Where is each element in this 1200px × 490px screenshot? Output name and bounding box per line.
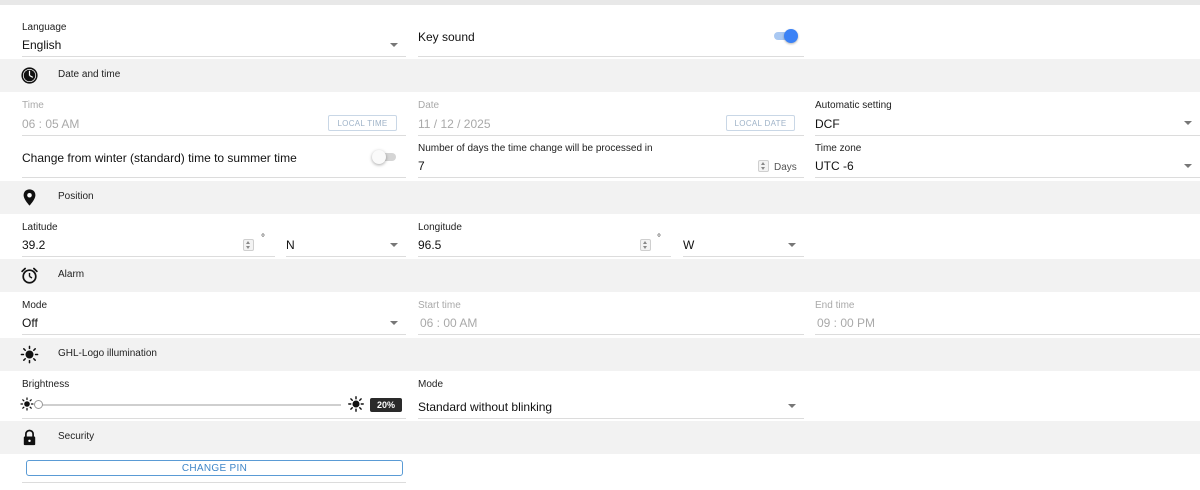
chevron-down-icon — [1184, 164, 1192, 168]
section-title: Position — [58, 191, 94, 202]
lock-icon — [23, 429, 36, 446]
automatic-setting-value: DCF — [815, 117, 840, 131]
section-security: Security — [0, 421, 1200, 454]
time-field: Time 06 : 05 AM LOCAL TIME — [22, 100, 406, 136]
sun-small-icon — [20, 397, 34, 411]
section-alarm: Alarm — [0, 259, 1200, 292]
time-zone-label: Time zone — [815, 143, 862, 154]
slider-thumb[interactable] — [34, 400, 43, 409]
sun-large-icon — [348, 396, 364, 412]
days-stepper-icon[interactable] — [758, 160, 769, 172]
section-title: GHL-Logo illumination — [58, 348, 157, 359]
time-zone-select[interactable]: Time zone UTC -6 — [815, 143, 1200, 178]
longitude-stepper-icon[interactable] — [640, 239, 651, 251]
logo-mode-value: Standard without blinking — [418, 400, 553, 414]
language-label: Language — [22, 22, 67, 33]
change-pin-button[interactable]: CHANGE PIN — [26, 460, 403, 476]
automatic-setting-label: Automatic setting — [815, 100, 892, 111]
time-zone-value: UTC -6 — [815, 159, 854, 173]
start-time-value: 06 : 00 AM — [420, 316, 478, 330]
latitude-hemisphere-value: N — [286, 238, 295, 252]
language-select[interactable]: Language English — [22, 22, 406, 57]
chevron-down-icon — [788, 404, 796, 408]
chevron-down-icon — [1184, 121, 1192, 125]
alarm-mode-label: Mode — [22, 300, 48, 311]
chevron-down-icon — [390, 43, 398, 47]
longitude-label: Longitude — [418, 222, 462, 233]
key-sound-label: Key sound — [418, 30, 475, 44]
date-label: Date — [418, 100, 440, 111]
end-time-value: 09 : 00 PM — [817, 316, 876, 330]
brightness-field: Brightness 20% — [20, 379, 406, 419]
local-date-button[interactable]: LOCAL DATE — [726, 115, 795, 131]
time-label: Time — [22, 100, 44, 111]
longitude-hemisphere-select[interactable]: W — [683, 222, 804, 257]
date-field: Date 11 / 12 / 2025 LOCAL DATE — [418, 100, 804, 136]
section-date-time: Date and time — [0, 59, 1200, 92]
longitude-value: 96.5 — [418, 238, 442, 252]
latitude-degree: ° — [261, 233, 265, 244]
latitude-value: 39.2 — [22, 238, 46, 252]
start-time-field: Start time 06 : 00 AM — [418, 300, 804, 335]
key-sound-toggle[interactable] — [772, 29, 798, 43]
slider-track — [34, 404, 341, 406]
sun-icon — [20, 345, 39, 364]
section-title: Alarm — [58, 269, 85, 280]
date-value: 11 / 12 / 2025 — [418, 117, 491, 131]
days-label: Number of days the time change will be p… — [418, 143, 653, 154]
dst-toggle[interactable] — [372, 150, 398, 164]
latitude-stepper-icon[interactable] — [243, 239, 254, 251]
automatic-setting-select[interactable]: Automatic setting DCF — [815, 100, 1200, 136]
latitude-input[interactable]: Latitude 39.2 ° — [22, 222, 275, 257]
clock-icon — [21, 67, 38, 84]
language-value: English — [22, 38, 62, 52]
chevron-down-icon — [390, 321, 398, 325]
change-pin-field: CHANGE PIN — [22, 456, 406, 483]
logo-mode-label: Mode — [418, 379, 444, 390]
longitude-input[interactable]: Longitude 96.5 ° — [418, 222, 671, 257]
longitude-degree: ° — [657, 233, 661, 244]
local-time-button[interactable]: LOCAL TIME — [328, 115, 397, 131]
dst-field: Change from winter (standard) time to su… — [22, 140, 406, 178]
brightness-label: Brightness — [22, 379, 70, 390]
brightness-slider[interactable] — [34, 398, 341, 412]
end-time-field: End time 09 : 00 PM — [815, 300, 1200, 335]
days-input[interactable]: Number of days the time change will be p… — [418, 143, 804, 178]
alarm-mode-select[interactable]: Mode Off — [22, 300, 406, 335]
section-title: Security — [58, 431, 95, 442]
longitude-hemisphere-value: W — [683, 238, 695, 252]
latitude-hemisphere-select[interactable]: N — [286, 222, 406, 257]
chevron-down-icon — [390, 243, 398, 247]
days-value: 7 — [418, 159, 425, 173]
section-title: Date and time — [58, 69, 121, 80]
section-position: Position — [0, 181, 1200, 214]
logo-mode-select[interactable]: Mode Standard without blinking — [418, 379, 804, 419]
start-time-label: Start time — [418, 300, 461, 311]
chevron-down-icon — [788, 243, 796, 247]
top-border — [0, 0, 1200, 5]
days-unit: Days — [774, 162, 797, 173]
brightness-value-badge: 20% — [370, 398, 402, 412]
alarm-mode-value: Off — [22, 316, 38, 330]
end-time-label: End time — [815, 300, 855, 311]
key-sound-field: Key sound — [418, 22, 804, 57]
latitude-label: Latitude — [22, 222, 58, 233]
alarm-clock-icon — [21, 267, 38, 284]
time-value: 06 : 05 AM — [22, 117, 80, 131]
section-logo-illumination: GHL-Logo illumination — [0, 338, 1200, 371]
dst-label: Change from winter (standard) time to su… — [22, 151, 297, 165]
location-pin-icon — [23, 189, 36, 206]
